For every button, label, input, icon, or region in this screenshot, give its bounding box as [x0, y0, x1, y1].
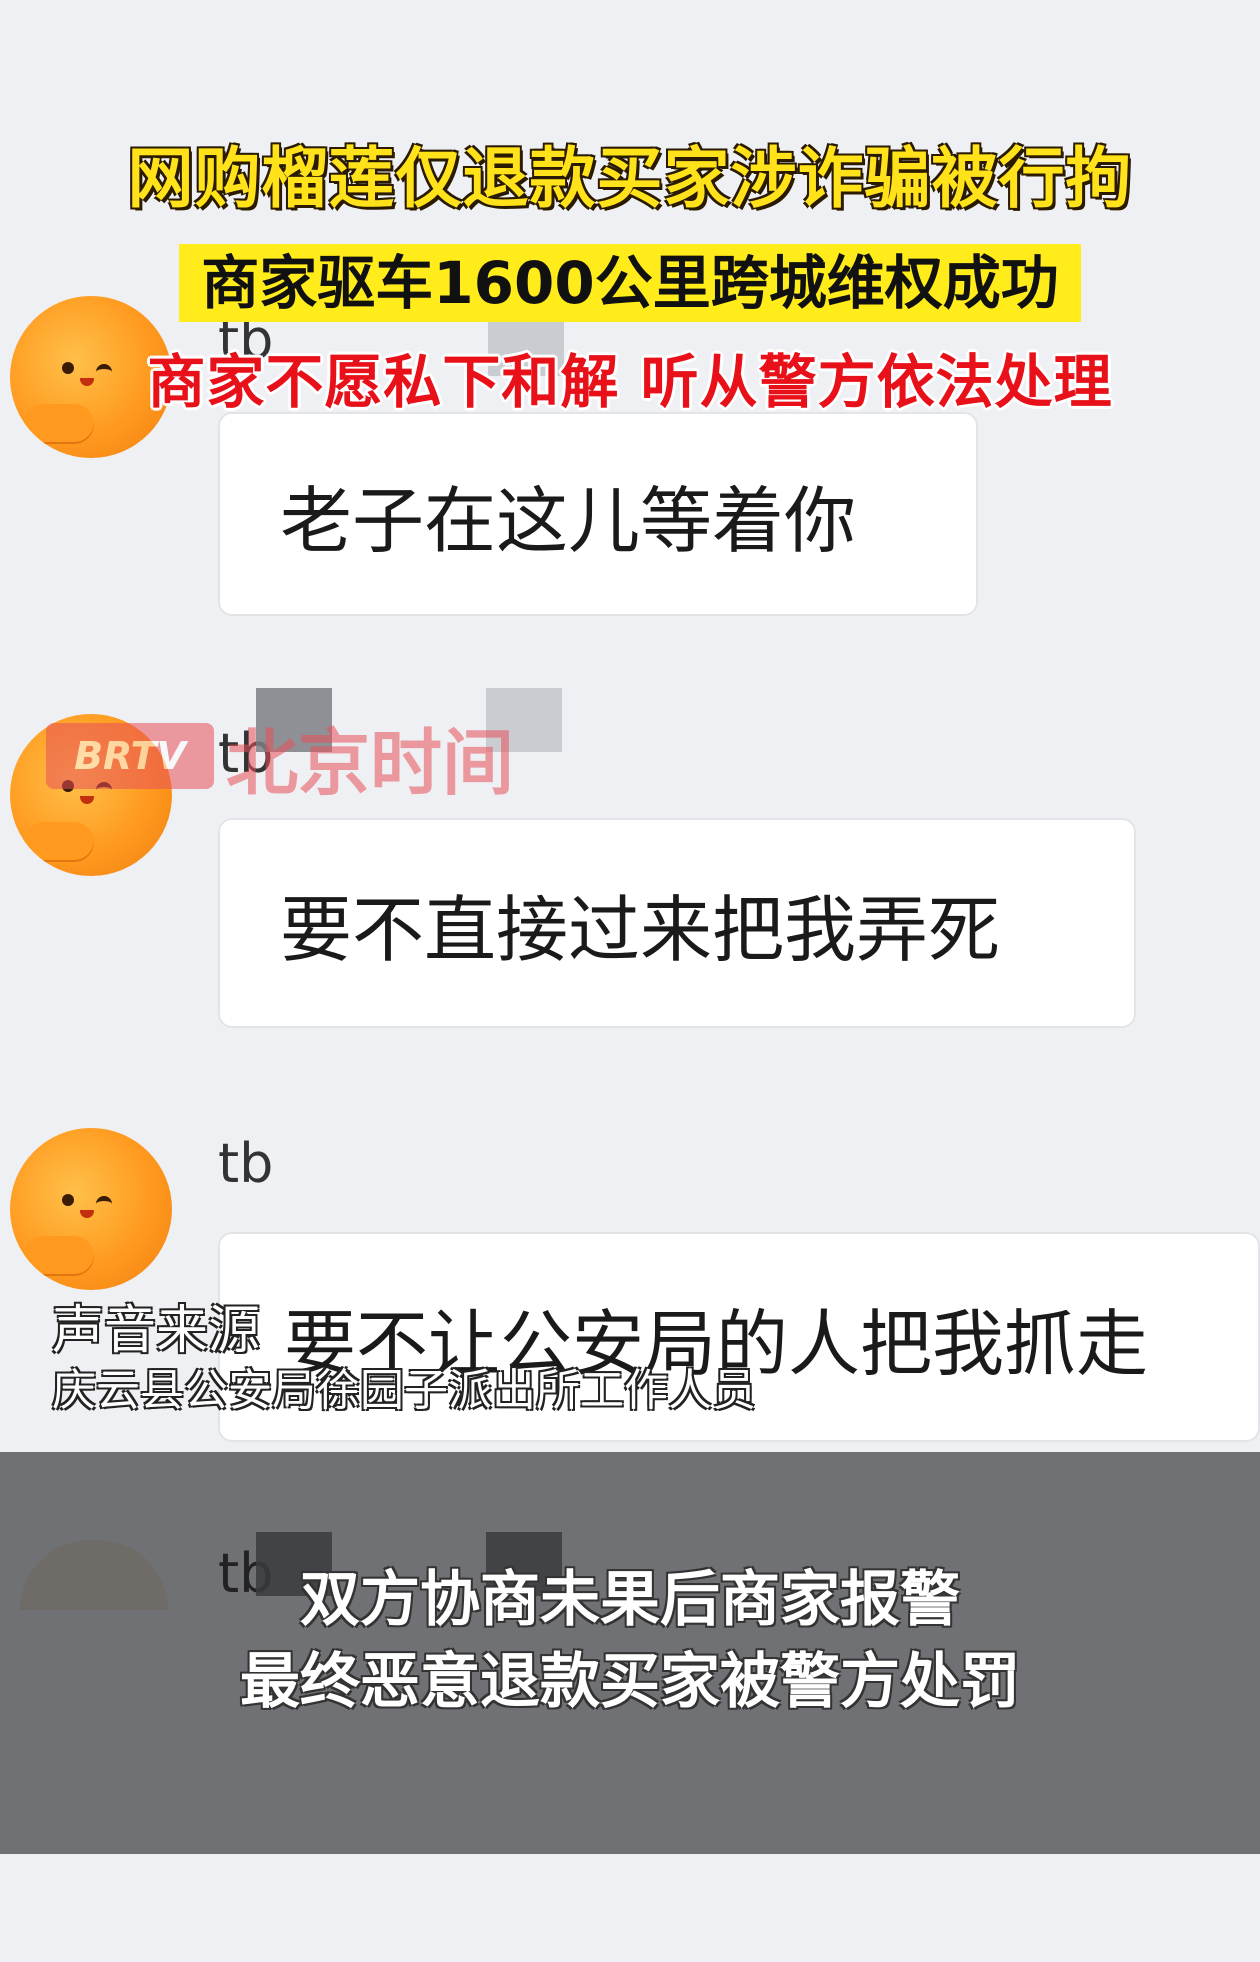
voice-source: 声音来源 庆云县公安局徐园子派出所工作人员	[52, 1298, 756, 1418]
headline-title: 网购榴莲仅退款买家涉诈骗被行拘	[0, 136, 1260, 222]
caption-line-2: 最终恶意退款买家被警方处罚	[240, 1647, 1020, 1717]
avatar-face	[62, 1190, 122, 1224]
headline-line-1: 网购榴莲仅退款买家涉诈骗被行拘	[127, 140, 1133, 217]
brtv-watermark: BRTV 北京时间	[46, 716, 514, 805]
message-text: 要不直接过来把我弄死	[280, 887, 1001, 972]
message-bubble[interactable]: 老子在这儿等着你	[218, 412, 978, 616]
headline-note: 商家不愿私下和解 听从警方依法处理	[0, 342, 1260, 422]
source-detail: 庆云县公安局徐园子派出所工作人员	[52, 1365, 756, 1416]
headline-line-3: 商家不愿私下和解 听从警方依法处理	[147, 348, 1113, 416]
message-text: 老子在这儿等着你	[280, 478, 857, 563]
username: tb	[218, 1132, 274, 1195]
brtv-logo: BRTV	[46, 723, 214, 789]
headline-subtitle: 商家驱车1600公里跨城维权成功	[0, 244, 1260, 322]
bottom-background	[0, 1854, 1260, 1962]
message-bubble[interactable]: 要不直接过来把我弄死	[218, 818, 1136, 1028]
avatar[interactable]	[10, 1128, 172, 1290]
source-label: 声音来源	[52, 1301, 261, 1361]
caption-line-1: 双方协商未果后商家报警	[300, 1565, 960, 1635]
headline-line-2: 商家驱车1600公里跨城维权成功	[179, 244, 1081, 322]
watermark-text: 北京时间	[226, 720, 515, 805]
